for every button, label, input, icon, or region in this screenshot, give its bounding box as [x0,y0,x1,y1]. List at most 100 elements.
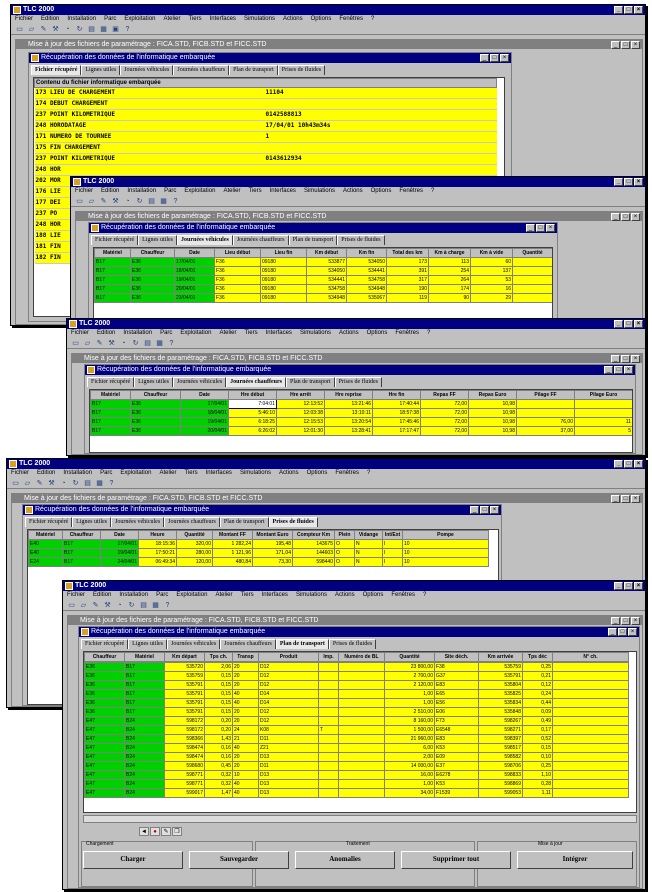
cell[interactable]: 09180 [260,293,307,303]
cell[interactable]: 17:17:47 [372,426,421,436]
table-row[interactable]: E36 B17 535791 0,15 40 D14 1,00 E65 535825 0,24 [84,689,629,699]
tab-chauffeurs[interactable]: Journées chauffeurs [164,517,220,527]
open-icon[interactable]: ▱ [79,601,88,610]
tab-fichier[interactable]: Fichier récupéré [87,377,135,387]
cell[interactable] [552,743,629,753]
col-header[interactable]: Montant Euro [252,530,293,540]
tab-plan[interactable]: Plan de transport [229,65,278,75]
cell[interactable]: 535067 [346,293,387,303]
cell[interactable]: B17 [124,707,165,717]
cell[interactable] [338,752,385,762]
cell[interactable]: 0,32 [204,779,233,789]
refresh-icon[interactable]: ↻ [71,479,80,488]
cell[interactable]: 0,52 [522,734,553,744]
cell[interactable]: 23/04/01 [174,293,215,303]
cell[interactable]: 0,20 [204,725,233,735]
cell[interactable]: E37 [434,761,479,771]
maximize-icon[interactable]: □ [621,495,630,503]
help-icon[interactable]: ? [123,25,132,34]
menu-item[interactable]: Simulations [240,469,271,478]
maximize-icon[interactable]: □ [480,506,489,514]
print-icon[interactable]: ▤ [143,339,152,348]
cell[interactable]: D13 [258,770,319,780]
col-header[interactable]: Chauffeur [130,390,181,400]
cell[interactable]: B17 [124,662,165,672]
cell[interactable]: B24 [124,725,165,735]
menu-item[interactable]: ? [431,187,434,196]
cell[interactable]: D11 [258,761,319,771]
cell[interactable]: 535791 [478,671,523,681]
menu-item[interactable]: Atelier [215,591,232,600]
cell[interactable]: 17/04/01 [180,399,229,409]
cell[interactable]: B24 [124,743,165,753]
tab-fichier[interactable]: Fichier récupéré [25,517,73,527]
cell[interactable]: 2,00 [384,752,435,762]
cell[interactable] [318,761,339,771]
cell[interactable]: B24 [124,770,165,780]
menu-item[interactable]: Simulations [296,591,327,600]
cell[interactable]: B17 [124,671,165,681]
print-icon[interactable]: ▤ [139,601,148,610]
cell[interactable] [552,734,629,744]
cell[interactable]: 144603 [292,548,335,558]
calculator-icon[interactable]: ▦ [151,601,160,610]
help-icon[interactable]: ? [167,339,176,348]
cell[interactable]: F38 [434,662,479,672]
edit-icon[interactable]: ✎ [99,197,108,206]
cell[interactable]: 19/04/01 [174,275,215,285]
cell[interactable]: 19/04/01 [180,417,229,427]
tab-fichier[interactable]: Fichier récupéré [81,639,129,649]
tab-chauffeurs[interactable]: Journées chauffeurs [226,377,286,387]
menu-item[interactable]: Exploitation [124,15,155,24]
cell[interactable]: 16,00 [384,770,435,780]
calculator-icon[interactable]: ▦ [155,339,164,348]
maximize-icon[interactable]: □ [621,41,630,49]
cell[interactable] [338,770,385,780]
col-header[interactable]: Quantité [512,248,552,258]
tab-vehicules[interactable]: Journées véhicules [111,517,165,527]
cell[interactable]: F36 [214,275,261,285]
table-row[interactable]: E36 B17 535791 0,15 20 D12 2 510,00 E06 535848 0,… [84,707,629,717]
cell[interactable]: 11 [574,417,632,427]
col-header[interactable]: N° ch. [552,652,629,662]
cell[interactable]: 1,00 [384,698,435,708]
cell[interactable]: 173 [386,257,429,267]
table-row[interactable]: E47 B24 598474 0,16 20 D13 2,00 E09 598582 0,10 [84,752,629,762]
menu-item[interactable]: Options [371,187,392,196]
cell[interactable]: 20 [232,662,259,672]
tools-icon[interactable]: ⚒ [103,601,112,610]
cell[interactable]: 598172 [164,725,205,735]
edit-record-icon[interactable]: ✎ [161,827,171,836]
cell[interactable] [512,293,552,303]
cell[interactable] [512,266,552,276]
cell[interactable]: 23 800,00 [384,662,435,672]
cell[interactable]: 0,09 [522,707,553,717]
chart-icon[interactable]: ◔ [59,479,68,488]
cell[interactable]: E6548 [434,725,479,735]
cell[interactable] [318,662,339,672]
menu-item[interactable]: Interfaces [262,591,288,600]
table-row[interactable]: E36 B17 535720 2,06 20 D12 23 800,00 F38 535759 0… [84,662,629,672]
col-header[interactable]: Hre fin [372,390,421,400]
cell[interactable]: 598440 [292,557,335,567]
cell[interactable]: E83 [434,680,479,690]
close-icon[interactable]: × [490,506,499,514]
menu-item[interactable]: Atelier [163,15,180,24]
cell[interactable]: 18/04/01 [180,408,229,418]
cell[interactable]: F36 [214,266,261,276]
menu-item[interactable]: Parc [164,187,176,196]
cell[interactable]: 21 [232,734,259,744]
menu-item[interactable]: Actions [343,187,363,196]
cell[interactable]: Z21 [258,743,319,753]
edit-icon[interactable]: ✎ [35,479,44,488]
cell[interactable]: 53 [470,275,513,285]
tab-fluides[interactable]: Prises de fluides [277,65,326,75]
cell[interactable]: O [334,539,355,549]
tab-chauffeurs[interactable]: Journées chauffeurs [232,235,289,245]
cell[interactable] [338,779,385,789]
cell[interactable] [318,671,339,681]
cell[interactable] [318,752,339,762]
tab-chauffeurs[interactable]: Journées chauffeurs [220,639,276,649]
menu-item[interactable]: Options [367,329,388,338]
menu-item[interactable]: Options [307,469,328,478]
